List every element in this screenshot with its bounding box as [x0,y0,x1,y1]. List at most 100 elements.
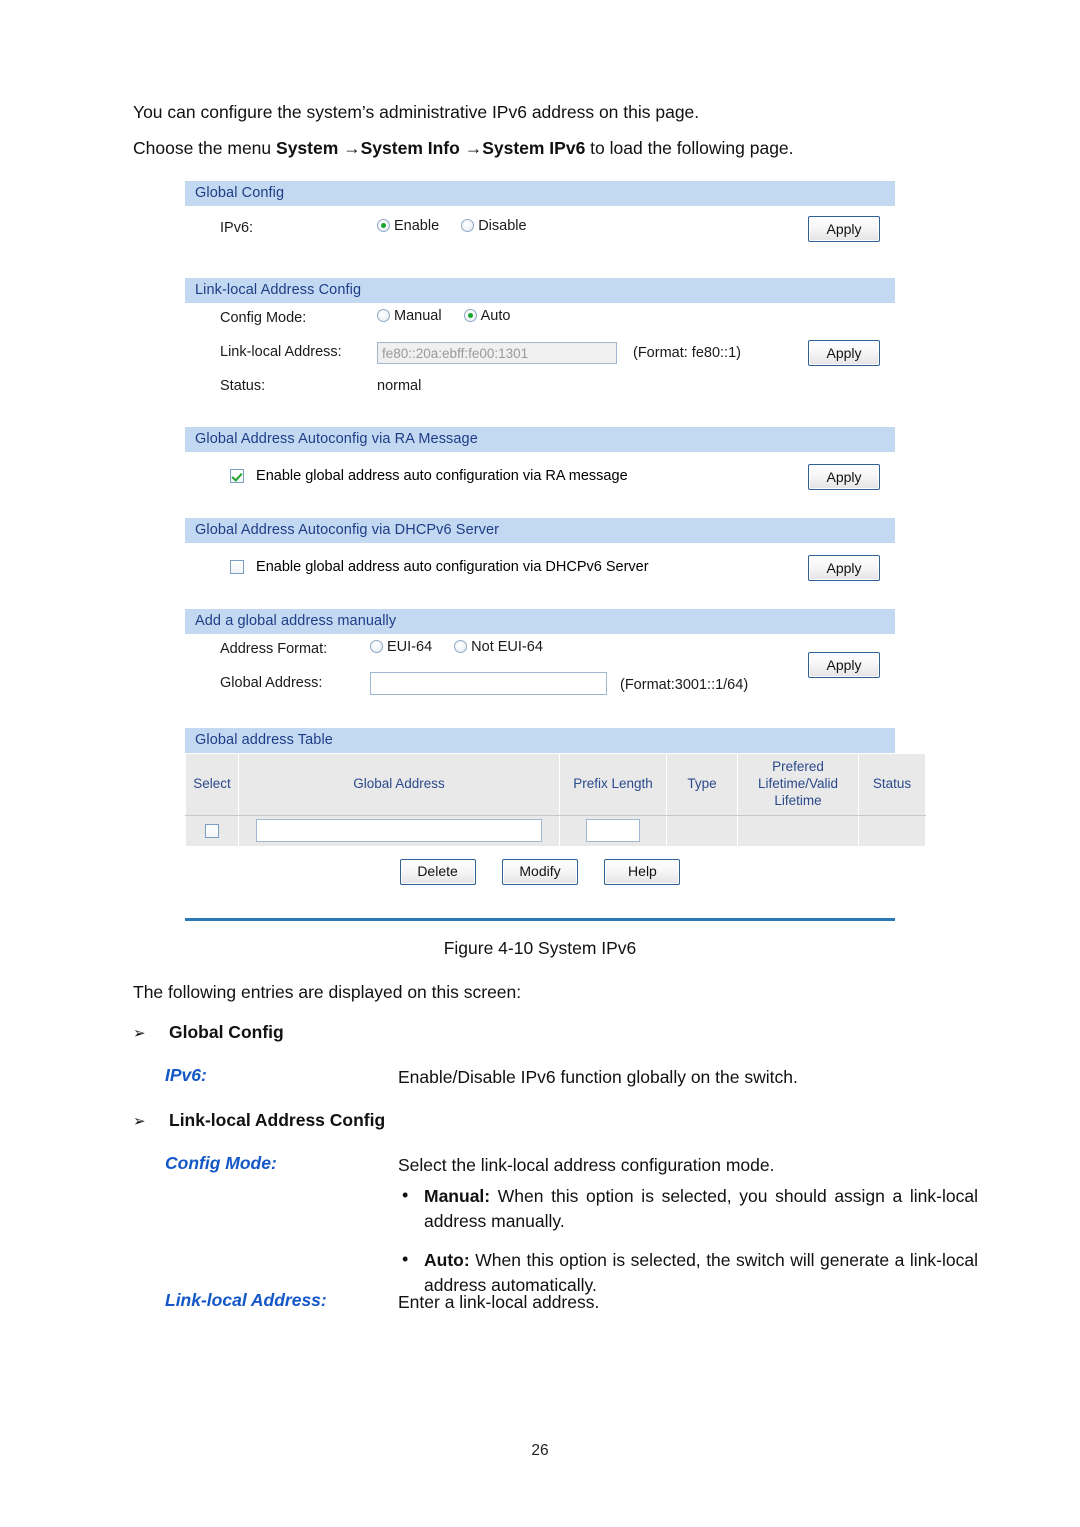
table-action-buttons: Delete Modify Help [185,846,895,885]
radio-ipv6-disable[interactable]: Disable [461,218,527,235]
section-heading-link-local-label: Link-local Address Config [169,1110,386,1130]
checkbox-ra-message-label: Enable global address auto configuration… [256,468,628,484]
ra-message-checkbox-row[interactable]: Enable global address auto configuration… [230,468,628,484]
apply-button-ra-message[interactable]: Apply [808,464,880,490]
delete-button[interactable]: Delete [399,858,476,885]
cell-prefix-length [559,814,667,847]
ipv6-label: IPv6: [220,220,254,236]
spacer-2 [185,403,895,427]
column-header-type: Type [666,753,738,816]
bullet-manual: • Manual: When this option is selected, y… [398,1184,978,1234]
checkbox-dhcpv6-icon[interactable] [230,560,244,574]
status-label: Status: [220,378,266,394]
intro-line-1: You can configure the system’s administr… [133,102,700,122]
spacer-1 [185,256,895,278]
spacer-4 [185,595,895,609]
definition-link-local-address: Enter a link-local address. [398,1292,600,1312]
radio-disable-icon [461,219,475,233]
radio-format-eui64[interactable]: EUI-64 [370,639,432,655]
figure-divider [185,918,895,921]
radio-manual-label: Manual [394,308,442,325]
system-ipv6-screenshot: Global Config IPv6: Enable Disable Apply… [185,181,926,885]
row-global-address-input[interactable] [256,819,542,843]
section-body-global-config: IPv6: Enable Disable Apply [185,206,895,278]
bullet-dot-icon: • [402,1185,409,1205]
bullet-auto-label: Auto: [424,1249,470,1270]
apply-button-dhcpv6[interactable]: Apply [808,555,880,581]
link-local-address-label: Link-local Address: [220,344,342,360]
column-header-global-address: Global Address [238,753,560,816]
bullet-auto-text: When this option is selected, the switch… [424,1249,978,1295]
modify-button[interactable]: Modify [502,858,578,885]
section-header-ra-message: Global Address Autoconfig via RA Message [185,427,895,452]
page-number: 26 [531,1442,549,1459]
row-prefix-length-input[interactable] [586,819,640,843]
bullet-manual-label: Manual: [424,1186,491,1206]
radio-ipv6-enable[interactable]: Enable [377,218,439,234]
checkbox-dhcpv6-label: Enable global address auto configuration… [256,559,649,575]
intro-line-2: Choose the menu System →System Info →Sys… [133,136,993,161]
config-mode-bullets: • Manual: When this option is selected, y… [398,1184,978,1303]
term-ipv6: IPv6: [165,1065,207,1085]
radio-config-mode-manual[interactable]: Manual [377,308,442,324]
radio-disable-label: Disable [478,218,527,235]
cell-global-address [238,814,560,847]
radio-config-mode-auto[interactable]: Auto [463,308,511,325]
table-row [185,814,926,847]
spacer-5 [185,704,895,728]
link-local-address-input[interactable] [377,342,617,364]
link-local-address-format-hint: (Format: fe80::1) [633,345,741,361]
radio-eui64-label: EUI-64 [387,639,433,656]
section-body-dhcpv6: Enable global address auto configuration… [185,543,895,609]
radio-not-eui64-label: Not EUI-64 [471,639,543,656]
menu-path: System →System Info →System IPv6 [276,138,586,158]
apply-button-link-local[interactable]: Apply [808,340,880,366]
section-header-global-table: Global address Table [185,728,895,753]
config-mode-label: Config Mode: [220,310,307,326]
intro-suffix: to load the following page. [585,138,794,158]
lead-in-text: The following entries are displayed on t… [133,982,522,1002]
table-header-row: Select Global Address Prefix Length Type… [185,753,926,816]
column-header-status: Status [858,753,926,816]
radio-enable-icon [377,219,390,233]
column-header-lifetime: Prefered Lifetime/Valid Lifetime [737,753,859,816]
help-button[interactable]: Help [604,858,681,885]
section-header-global-config: Global Config [185,181,895,206]
apply-button-global-config[interactable]: Apply [808,216,880,242]
radio-format-not-eui64[interactable]: Not EUI-64 [454,639,543,655]
radio-not-eui64-icon [454,640,468,654]
radio-auto-icon [463,309,477,323]
bullet-arrow-icon: ➢ [133,1025,146,1042]
radio-eui64-icon [370,640,383,654]
section-body-ra-message: Enable global address auto configuration… [185,452,895,518]
section-body-link-local: Config Mode: Manual Auto Link-local Addr… [185,303,895,427]
checkbox-ra-message-icon[interactable] [230,469,244,483]
definition-config-mode: Select the link-local address configurat… [398,1155,775,1175]
document-page: You can configure the system’s administr… [0,0,1080,1527]
address-format-label: Address Format: [220,641,328,657]
global-address-label: Global Address: [220,675,323,691]
section-header-add-manual: Add a global address manually [185,609,895,634]
figure-caption: Figure 4-10 System IPv6 [443,938,637,958]
radio-manual-icon [377,309,390,323]
cell-select [185,814,239,847]
section-heading-global-config: ➢ Global Config [133,1022,284,1043]
spacer-3 [185,504,895,518]
radio-auto-label: Auto [480,308,511,325]
section-header-link-local: Link-local Address Config [185,278,895,303]
cell-status [858,814,926,847]
status-value: normal [377,378,422,394]
term-config-mode: Config Mode: [165,1153,277,1173]
bullet-manual-text: When this option is selected, you should… [424,1186,978,1231]
global-address-input[interactable] [370,672,607,695]
intro-prefix: Choose the menu [133,138,277,158]
radio-enable-label: Enable [394,218,440,235]
column-header-select: Select [185,753,239,816]
bullet-dot-icon-2: • [402,1248,409,1269]
term-link-local-address: Link-local Address: [165,1290,327,1310]
checkbox-row-select-icon[interactable] [205,823,219,838]
section-header-dhcpv6: Global Address Autoconfig via DHCPv6 Ser… [185,518,895,543]
cell-type [666,814,738,847]
dhcpv6-checkbox-row[interactable]: Enable global address auto configuration… [230,559,649,575]
bullet-arrow-icon-2: ➢ [133,1113,146,1130]
